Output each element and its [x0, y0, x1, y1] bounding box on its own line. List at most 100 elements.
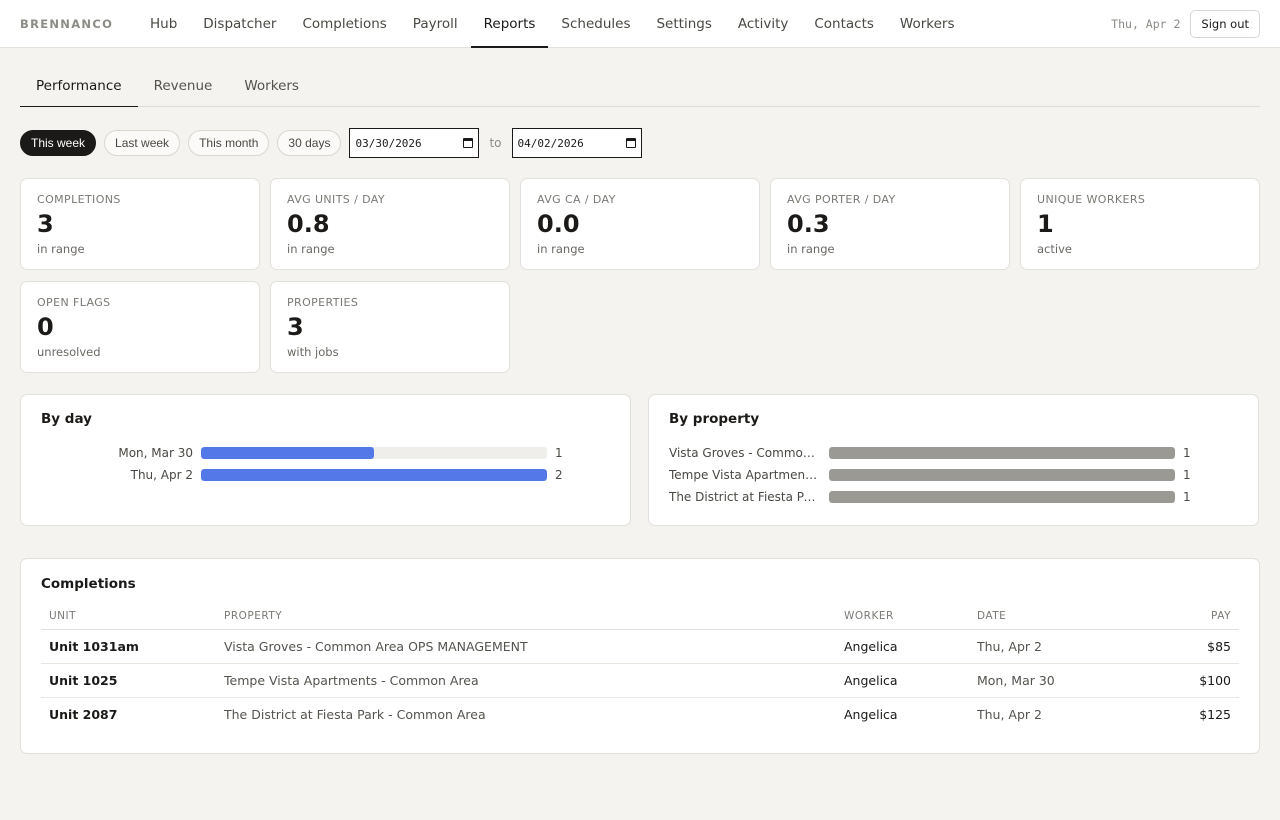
completions-title: Completions: [41, 576, 136, 592]
stat-card-avg-porter-day: AVG PORTER / DAY 0.3 in range: [770, 178, 1010, 270]
nav-item-completions[interactable]: Completions: [289, 0, 399, 47]
nav-item-contacts[interactable]: Contacts: [801, 0, 887, 47]
calendar-icon[interactable]: [625, 138, 636, 148]
unit-cell: Unit 1031am: [41, 629, 216, 664]
bar-label: Vista Groves - Common Ar...: [669, 446, 829, 460]
bar: [829, 447, 1175, 459]
calendar-icon[interactable]: [463, 138, 474, 148]
sign-out-button[interactable]: Sign out: [1190, 10, 1260, 38]
by-property-bars: Vista Groves - Common Ar... 1 Tempe Vista …: [669, 442, 1238, 508]
table-row[interactable]: Unit 1031am Vista Groves - Common Area OP…: [41, 629, 1239, 664]
pay-cell: $100: [1149, 663, 1239, 698]
nav-item-workers[interactable]: Workers: [887, 0, 968, 47]
nav-item-payroll[interactable]: Payroll: [400, 0, 471, 47]
to-date-input[interactable]: 04/02/2026: [511, 128, 642, 158]
completions-table: UNIT PROPERTY WORKER DATE PAY Unit 1031am Vis…: [41, 610, 1239, 732]
bar-row: Tempe Vista Apartments - ... 1: [669, 464, 1238, 486]
stat-label: COMPLETIONS: [37, 193, 121, 206]
stat-label: UNIQUE WORKERS: [1037, 193, 1146, 206]
table-row[interactable]: Unit 1025 Tempe Vista Apartments - Common…: [41, 663, 1239, 698]
column-header-worker: WORKER: [836, 610, 969, 630]
column-header-pay: PAY: [1149, 610, 1239, 630]
nav-item-hub[interactable]: Hub: [137, 0, 190, 47]
preset-this-month-button[interactable]: This month: [188, 130, 270, 156]
column-header-unit: UNIT: [41, 610, 216, 630]
header-right: Thu, Apr 2 Sign out: [1111, 0, 1260, 48]
main-content: Performance Revenue Workers This week Last …: [0, 66, 1280, 754]
stat-cards: COMPLETIONS 3 in range AVG UNITS / DAY 0.8 in…: [20, 178, 1260, 373]
stat-sub: active: [1037, 242, 1072, 256]
stat-sub: unresolved: [37, 345, 101, 359]
table-body: Unit 1031am Vista Groves - Common Area OP…: [41, 629, 1239, 732]
stat-sub: in range: [37, 242, 85, 256]
nav-item-settings[interactable]: Settings: [643, 0, 724, 47]
tab-performance[interactable]: Performance: [20, 66, 138, 107]
bar-value: 1: [1183, 446, 1191, 460]
stat-card-completions: COMPLETIONS 3 in range: [20, 178, 260, 270]
stat-card-properties: PROPERTIES 3 with jobs: [270, 281, 510, 373]
date-filters: This week Last week This month 30 days 03/3…: [20, 128, 1260, 158]
preset-last-week-button[interactable]: Last week: [104, 130, 181, 156]
bar-row: Vista Groves - Common Ar... 1: [669, 442, 1238, 464]
main-nav: Hub Dispatcher Completions Payroll Reports Sc…: [137, 0, 968, 48]
by-day-bars: Mon, Mar 30 1 Thu, Apr 2 2: [41, 442, 610, 486]
table-row[interactable]: Unit 2087 The District at Fiesta Park - C…: [41, 698, 1239, 732]
nav-item-schedules[interactable]: Schedules: [548, 0, 643, 47]
bar-label: Tempe Vista Apartments - ...: [669, 468, 829, 482]
bar-row: Mon, Mar 30 1: [41, 442, 610, 464]
by-property-title: By property: [669, 411, 760, 427]
stat-label: OPEN FLAGS: [37, 296, 111, 309]
to-label: to: [489, 136, 502, 150]
stat-card-open-flags: OPEN FLAGS 0 unresolved: [20, 281, 260, 373]
nav-item-reports[interactable]: Reports: [470, 0, 549, 48]
bar-value: 1: [555, 446, 563, 460]
stat-sub: in range: [537, 242, 585, 256]
report-tabs: Performance Revenue Workers: [20, 66, 1260, 107]
from-date-input[interactable]: 03/30/2026: [349, 128, 480, 158]
bar: [829, 469, 1175, 481]
stat-value: 0.3: [787, 210, 830, 238]
unit-cell: Unit 1025: [41, 663, 216, 698]
brand-logo[interactable]: BRENNANCO: [20, 0, 137, 47]
bar-label: The District at Fiesta Park -...: [669, 490, 829, 504]
stat-card-avg-units-day: AVG UNITS / DAY 0.8 in range: [270, 178, 510, 270]
stat-sub: with jobs: [287, 345, 339, 359]
date-cell: Mon, Mar 30: [969, 663, 1149, 698]
top-navbar: BRENNANCO Hub Dispatcher Completions Payrol…: [0, 0, 1280, 48]
property-cell: Tempe Vista Apartments - Common Area: [216, 663, 836, 698]
current-date: Thu, Apr 2: [1111, 17, 1181, 31]
stat-sub: in range: [787, 242, 835, 256]
preset-this-week-button[interactable]: This week: [20, 130, 97, 156]
worker-cell: Angelica: [844, 707, 898, 723]
stat-value: 3: [287, 313, 304, 341]
bar-track: [201, 469, 547, 481]
stat-label: AVG UNITS / DAY: [287, 193, 385, 206]
tab-revenue[interactable]: Revenue: [138, 66, 229, 106]
nav-item-dispatcher[interactable]: Dispatcher: [190, 0, 289, 47]
bar: [201, 469, 547, 481]
pay-cell: $85: [1149, 629, 1239, 664]
preset-30-days-button[interactable]: 30 days: [277, 130, 342, 156]
column-header-property: PROPERTY: [216, 610, 836, 630]
bar: [201, 447, 374, 459]
stat-value: 3: [37, 210, 54, 238]
worker-cell: Angelica: [836, 663, 969, 698]
tab-workers[interactable]: Workers: [228, 66, 315, 106]
column-header-date: DATE: [969, 610, 1149, 630]
stat-value: 0.8: [287, 210, 330, 238]
by-property-card: By property Vista Groves - Common Ar... 1…: [648, 394, 1259, 526]
by-day-card: By day Mon, Mar 30 1 Thu, Apr 2 2: [20, 394, 631, 526]
bar-value: 1: [1183, 468, 1191, 482]
bar-track: [829, 469, 1175, 481]
property-cell: The District at Fiesta Park - Common Are…: [224, 707, 486, 723]
nav-item-activity[interactable]: Activity: [725, 0, 802, 47]
by-day-title: By day: [41, 411, 92, 427]
stat-value: 1: [1037, 210, 1054, 238]
table-header-row: UNIT PROPERTY WORKER DATE PAY: [41, 610, 1239, 630]
worker-cell: Angelica: [836, 629, 969, 664]
bar-value: 1: [1183, 490, 1191, 504]
bar-track: [829, 491, 1175, 503]
bar-row: Thu, Apr 2 2: [41, 464, 610, 486]
stat-label: PROPERTIES: [287, 296, 359, 309]
bar-label: Mon, Mar 30: [118, 446, 193, 460]
